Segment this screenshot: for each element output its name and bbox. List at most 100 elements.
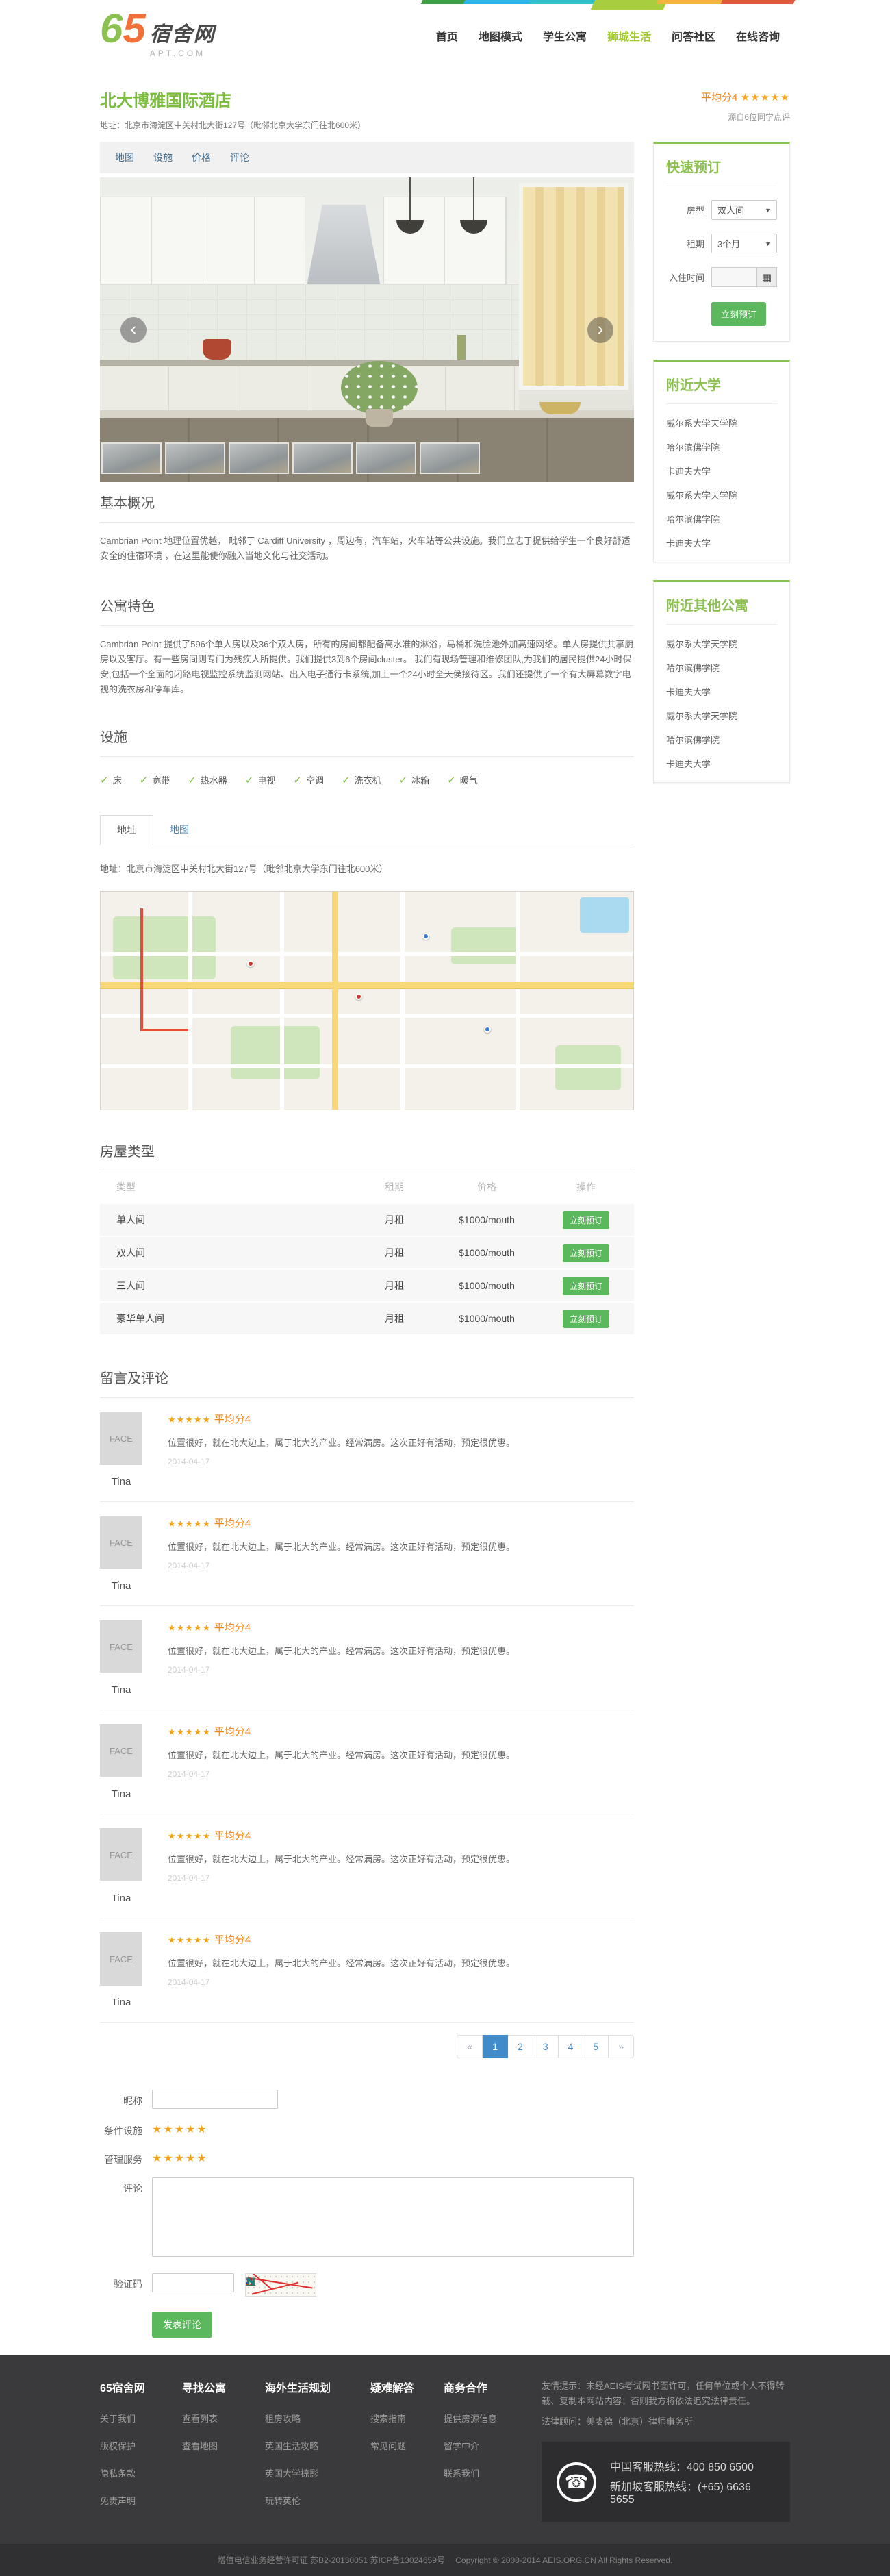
map-canvas[interactable] [100, 891, 634, 1110]
hotline-box: ☎ 中国客服热线：400 850 6500 新加坡客服热线：(+65) 6636… [542, 2442, 790, 2522]
review-text: 位置很好，就在北大边上，属于北大的产业。经常满房。这次正好有活动，预定很优惠。 [168, 1852, 634, 1865]
pagination-page-4[interactable]: 4 [559, 2035, 584, 2058]
room-price-cell: $1000/mouth [435, 1313, 538, 1324]
map-marker[interactable] [355, 993, 362, 1000]
footer-column-title: 海外生活规划 [265, 2379, 370, 2395]
photo-tab[interactable]: 设施 [153, 151, 173, 164]
book-now-button[interactable]: 立刻预订 [563, 1310, 609, 1328]
book-now-button[interactable]: 立刻预订 [711, 302, 766, 326]
carousel-thumbnail[interactable] [420, 442, 480, 474]
captcha-input[interactable] [152, 2273, 234, 2292]
footer-link[interactable]: 玩转英伦 [265, 2494, 370, 2507]
service-star-rating[interactable]: ★★★★★ [152, 2149, 208, 2165]
university-link[interactable]: 卡迪夫大学 [666, 464, 777, 477]
university-link[interactable]: 卡迪夫大学 [666, 536, 777, 549]
carousel-thumbnail[interactable] [229, 442, 289, 474]
book-now-button[interactable]: 立刻预订 [563, 1277, 609, 1295]
pagination-page-2[interactable]: 2 [508, 2035, 533, 2058]
nav-item-student-apartments[interactable]: 学生公寓 [533, 0, 597, 66]
captcha-image[interactable]: H83LN [245, 2273, 316, 2297]
room-price-cell: $1000/mouth [435, 1280, 538, 1291]
carousel-thumbnail[interactable] [101, 442, 162, 474]
apartment-link[interactable]: 卡迪夫大学 [666, 757, 777, 770]
apartment-link[interactable]: 哈尔滨佛学院 [666, 733, 777, 746]
university-link[interactable]: 哈尔滨佛学院 [666, 440, 777, 453]
room-term-cell: 月租 [353, 1312, 435, 1325]
section-title-features: 公寓特色 [100, 595, 634, 626]
tab-address[interactable]: 地址 [100, 815, 153, 845]
university-link[interactable]: 威尔系大学天学院 [666, 488, 777, 501]
map-route-line [140, 908, 143, 1029]
service-rating-label: 管理服务 [100, 2149, 142, 2166]
nav-item-online-consult[interactable]: 在线咨询 [726, 0, 790, 66]
photo-carousel: ‹ › [100, 177, 634, 482]
footer-link[interactable]: 联系我们 [444, 2466, 542, 2479]
university-link[interactable]: 威尔系大学天学院 [666, 416, 777, 429]
footer-link[interactable]: 版权保护 [100, 2439, 182, 2452]
term-select[interactable]: 3个月 ▼ [711, 234, 777, 253]
calendar-icon[interactable]: ▦ [756, 267, 777, 287]
carousel-prev-arrow-icon[interactable]: ‹ [120, 317, 147, 343]
quick-booking-title: 快速预订 [666, 156, 777, 186]
tab-map[interactable]: 地图 [153, 815, 205, 845]
quick-booking-card: 快速预订 房型 双人间 ▼ 租期 3个月 ▼ 入住时间 ▦ 立刻预订 [653, 142, 790, 342]
room-type-select[interactable]: 双人间 ▼ [711, 200, 777, 220]
map-marker[interactable] [484, 1026, 491, 1033]
photo-tab[interactable]: 价格 [192, 151, 211, 164]
nav-item-home[interactable]: 首页 [426, 0, 468, 66]
footer-link[interactable]: 查看列表 [182, 2412, 265, 2425]
footer-link[interactable]: 英国生活攻略 [265, 2439, 370, 2452]
submit-comment-button[interactable]: 发表评论 [152, 2312, 212, 2338]
pagination-prev[interactable]: « [457, 2035, 483, 2058]
footer-link[interactable]: 租房攻略 [265, 2412, 370, 2425]
nickname-input[interactable] [152, 2090, 278, 2109]
apartment-link[interactable]: 卡迪夫大学 [666, 685, 777, 698]
apartment-link[interactable]: 威尔系大学天学院 [666, 709, 777, 722]
footer-link[interactable]: 关于我们 [100, 2412, 182, 2425]
nav-color-bar [591, 0, 668, 10]
footer-link[interactable]: 英国大学掠影 [265, 2466, 370, 2479]
nearby-apartments-list: 威尔系大学天学院哈尔滨佛学院卡迪夫大学威尔系大学天学院哈尔滨佛学院卡迪夫大学 [666, 625, 777, 770]
check-icon: ✓ [342, 775, 351, 786]
nav-item-map-mode[interactable]: 地图模式 [468, 0, 533, 66]
footer-link[interactable]: 隐私条款 [100, 2466, 182, 2479]
footer-link[interactable]: 查看地图 [182, 2439, 265, 2452]
avatar: FACE [100, 1516, 142, 1569]
carousel-next-arrow-icon[interactable]: › [587, 317, 613, 343]
nav-item-qa-community[interactable]: 问答社区 [661, 0, 726, 66]
book-now-button[interactable]: 立刻预订 [563, 1211, 609, 1229]
apartment-link[interactable]: 威尔系大学天学院 [666, 637, 777, 650]
university-link[interactable]: 哈尔滨佛学院 [666, 512, 777, 525]
carousel-thumbnail[interactable] [356, 442, 416, 474]
site-logo[interactable]: 65 宿舍网 APT.COM [100, 9, 216, 58]
avatar: FACE [100, 1724, 142, 1777]
reviewer-name: Tina [100, 1788, 142, 1800]
photo-tab[interactable]: 地图 [115, 151, 134, 164]
apartment-link[interactable]: 哈尔滨佛学院 [666, 661, 777, 674]
pagination-page-5[interactable]: 5 [583, 2035, 609, 2058]
pagination-page-3[interactable]: 3 [533, 2035, 559, 2058]
review-score: 平均分4 [214, 1622, 251, 1634]
map-marker[interactable] [247, 960, 254, 967]
room-type-cell: 单人间 [100, 1213, 353, 1227]
overview-section: 基本概况 Cambrian Point 地理位置优越， 毗邻于 Cardiff … [100, 492, 634, 564]
nav-item-city-life[interactable]: 狮城生活 [597, 0, 661, 66]
pendant-light [409, 177, 411, 220]
pagination-next[interactable]: » [609, 2035, 634, 2058]
footer-link[interactable]: 提供房源信息 [444, 2412, 542, 2425]
book-now-button[interactable]: 立刻预订 [563, 1244, 609, 1262]
facility-star-rating[interactable]: ★★★★★ [152, 2120, 208, 2136]
review-date: 2014-04-17 [168, 1977, 634, 1987]
footer-link[interactable]: 留学中介 [444, 2439, 542, 2452]
comment-textarea[interactable] [152, 2177, 634, 2257]
carousel-thumbnail[interactable] [165, 442, 225, 474]
checkin-date-input[interactable] [711, 267, 756, 287]
footer-link[interactable]: 免责声明 [100, 2494, 182, 2507]
footer-link[interactable]: 搜索指南 [370, 2412, 444, 2425]
carousel-thumbnail[interactable] [292, 442, 353, 474]
photo-tab[interactable]: 评论 [230, 151, 249, 164]
star-icons: ★★★★★ [168, 1935, 211, 1945]
footer-link[interactable]: 常见问题 [370, 2439, 444, 2452]
pagination-page-1[interactable]: 1 [483, 2035, 508, 2058]
map-marker[interactable] [422, 933, 429, 940]
